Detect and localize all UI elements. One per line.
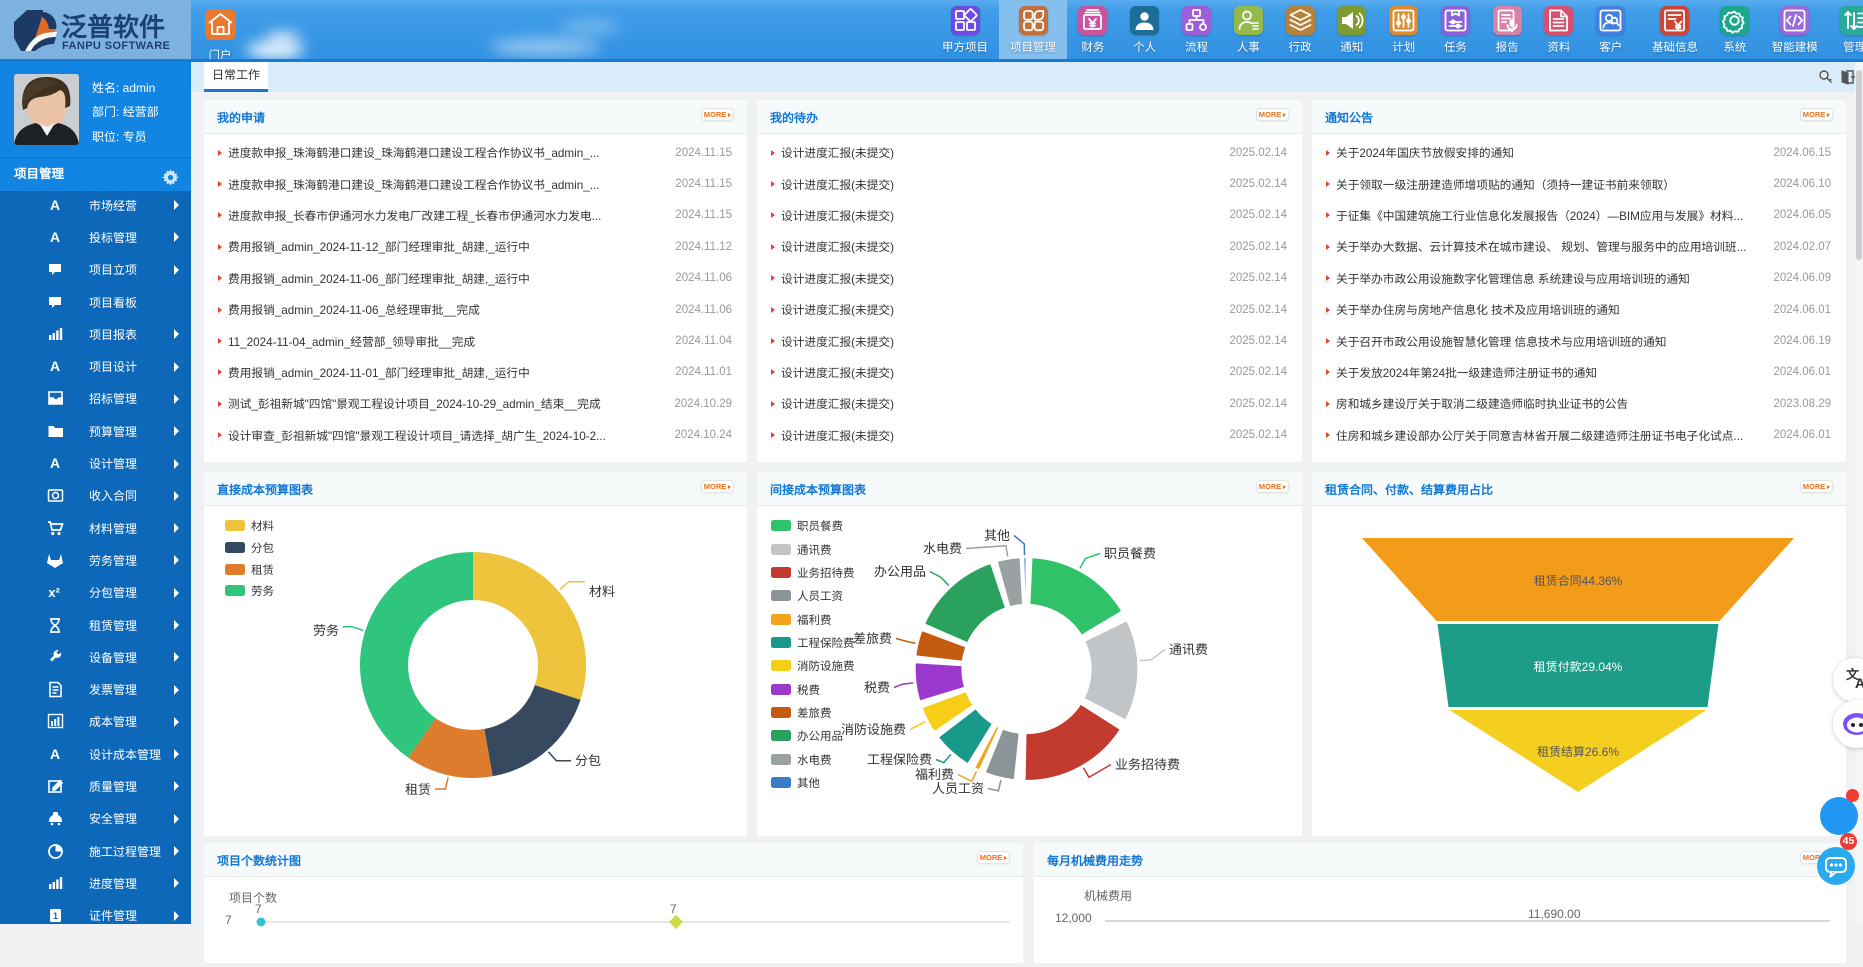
svg-text:租赁: 租赁 [405,782,431,797]
svg-text:工程保险费: 工程保险费 [867,752,932,767]
svg-text:通讯费: 通讯费 [797,544,832,557]
svg-text:人员工资: 人员工资 [932,781,984,796]
svg-text:业务招待费: 业务招待费 [1115,757,1180,772]
svg-text:税费: 税费 [864,680,890,695]
svg-text:租赁付款29.04%: 租赁付款29.04% [1534,660,1623,674]
svg-text:A: A [50,746,60,762]
svg-text:租赁合同44.36%: 租赁合同44.36% [1534,574,1623,588]
svg-text:1: 1 [53,911,58,921]
svg-text:水电费: 水电费 [797,754,832,767]
svg-text:11,690.00: 11,690.00 [1528,907,1581,921]
svg-text:福利费: 福利费 [915,767,954,782]
svg-text:租赁: 租赁 [251,564,274,577]
svg-text:A: A [50,197,60,213]
svg-text:7: 7 [670,902,677,916]
svg-text:其他: 其他 [797,777,820,790]
svg-text:A: A [50,229,60,245]
svg-text:其他: 其他 [984,528,1010,543]
svg-text:A: A [50,358,60,374]
svg-text:办公用品: 办公用品 [797,730,843,743]
svg-text:通讯费: 通讯费 [1169,642,1208,657]
svg-text:税费: 税费 [797,684,820,697]
svg-text:差旅费: 差旅费 [797,707,832,720]
svg-text:A: A [1855,675,1863,691]
svg-text:分包: 分包 [575,753,601,768]
svg-text:业务招待费: 业务招待费 [797,567,855,580]
svg-text:工程保险费: 工程保险费 [797,637,855,650]
svg-text:福利费: 福利费 [797,614,832,627]
svg-text:7: 7 [225,913,232,927]
svg-text:水电费: 水电费 [923,541,962,556]
svg-text:A: A [50,455,60,471]
svg-text:职员餐费: 职员餐费 [1104,546,1156,561]
svg-text:劳务: 劳务 [313,623,339,638]
svg-text:消防设施费: 消防设施费 [797,660,855,673]
svg-text:7: 7 [255,902,262,916]
svg-text:职员餐费: 职员餐费 [797,520,843,533]
svg-text:租赁结算26.6%: 租赁结算26.6% [1537,745,1619,759]
svg-text:x²: x² [48,585,60,600]
svg-text:分包: 分包 [251,542,274,555]
svg-text:人员工资: 人员工资 [797,590,843,603]
svg-text:劳务: 劳务 [251,585,274,598]
svg-text:机械费用: 机械费用 [1084,889,1132,903]
svg-text:材料: 材料 [589,584,615,599]
svg-text:差旅费: 差旅费 [853,631,892,646]
svg-text:办公用品: 办公用品 [874,564,926,579]
svg-text:材料: 材料 [251,520,274,533]
svg-text:项目个数: 项目个数 [229,891,277,905]
svg-text:12,000: 12,000 [1055,911,1092,925]
svg-text:消防设施费: 消防设施费 [841,722,906,737]
